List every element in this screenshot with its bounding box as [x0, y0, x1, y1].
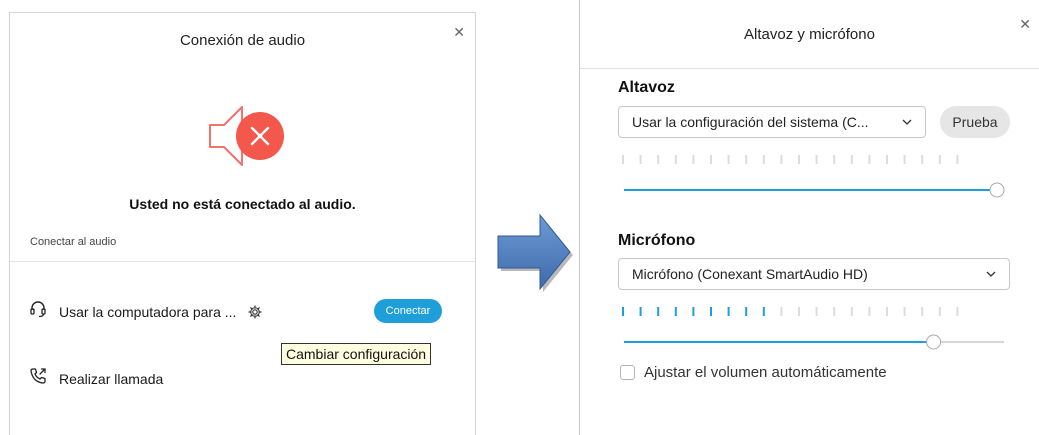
gear-icon[interactable] — [248, 304, 263, 319]
level-tick — [833, 155, 836, 164]
level-tick — [692, 155, 695, 164]
dialog-title: Altavoz y micrófono — [744, 26, 875, 43]
level-tick — [903, 155, 906, 164]
dialog-header: Altavoz y micrófono ✕ — [580, 0, 1039, 69]
level-tick — [674, 155, 677, 164]
computer-audio-option[interactable]: Usar la computadora para ... — [29, 300, 263, 323]
slider-thumb[interactable] — [926, 334, 942, 350]
level-tick — [938, 155, 941, 164]
speaker-heading: Altavoz — [618, 79, 675, 96]
level-tick — [850, 155, 853, 164]
level-tick — [727, 307, 730, 316]
speaker-volume-slider[interactable] — [622, 182, 1006, 198]
level-tick — [798, 307, 800, 316]
level-tick — [886, 307, 888, 316]
computer-audio-label: Usar la computadora para ... — [59, 303, 237, 320]
level-tick — [745, 307, 748, 316]
auto-adjust-option[interactable]: Ajustar el volumen automáticamente — [620, 364, 887, 381]
speaker-select[interactable]: Usar la configuración del sistema (C... — [618, 106, 926, 138]
call-option[interactable]: Realizar llamada — [29, 367, 163, 390]
level-tick — [780, 307, 783, 316]
level-tick — [780, 155, 783, 164]
level-tick — [622, 155, 624, 164]
call-option-label: Realizar llamada — [59, 370, 164, 387]
connect-button[interactable]: Conectar — [374, 299, 442, 323]
level-tick — [674, 307, 677, 316]
tooltip-change-settings: Cambiar configuración — [281, 343, 432, 365]
headset-icon — [29, 300, 47, 323]
level-tick — [956, 155, 959, 164]
microphone-heading: Micrófono — [618, 232, 696, 249]
level-tick — [639, 307, 642, 316]
speaker-muted-icon — [202, 103, 292, 169]
level-tick — [762, 155, 765, 164]
level-tick — [622, 307, 624, 316]
level-tick — [938, 307, 941, 316]
slider-thumb[interactable] — [989, 182, 1005, 198]
section-label: Conectar al audio — [30, 236, 117, 248]
chevron-down-icon — [902, 119, 912, 125]
screen: Conexión de audio ✕ Usted no está conect… — [0, 0, 1039, 435]
dialog-title: Conexión de audio — [179, 32, 306, 49]
microphone-level-meter — [622, 307, 959, 316]
microphone-select-value: Micrófono (Conexant SmartAudio HD) — [632, 266, 868, 282]
level-tick — [657, 155, 660, 164]
speaker-select-value: Usar la configuración del sistema (C... — [632, 114, 869, 130]
auto-adjust-checkbox[interactable] — [620, 365, 635, 380]
speaker-mic-dialog: Altavoz y micrófono ✕ Altavoz Usar la co… — [579, 0, 1039, 435]
status-message: Usted no está conectado al audio. — [129, 196, 356, 212]
microphone-select[interactable]: Micrófono (Conexant SmartAudio HD) — [618, 258, 1010, 290]
level-tick — [903, 307, 906, 316]
level-tick — [710, 307, 712, 316]
level-tick — [833, 307, 836, 316]
arrow-right-icon — [494, 207, 574, 297]
close-icon[interactable]: ✕ — [1019, 17, 1031, 31]
level-tick — [727, 155, 730, 164]
microphone-volume-slider[interactable] — [622, 334, 1006, 350]
level-tick — [692, 307, 695, 316]
phone-outgoing-icon — [29, 367, 47, 390]
level-tick — [710, 155, 712, 164]
level-tick — [745, 155, 748, 164]
level-tick — [815, 155, 818, 164]
auto-adjust-label: Ajustar el volumen automáticamente — [644, 364, 887, 381]
test-speaker-button[interactable]: Prueba — [940, 106, 1010, 138]
level-tick — [657, 307, 660, 316]
level-tick — [639, 155, 642, 164]
close-icon[interactable]: ✕ — [453, 25, 465, 39]
level-tick — [868, 155, 871, 164]
level-tick — [868, 307, 871, 316]
level-tick — [921, 155, 924, 164]
level-tick — [850, 307, 853, 316]
level-tick — [815, 307, 818, 316]
level-tick — [956, 307, 959, 316]
level-tick — [886, 155, 888, 164]
audio-connection-dialog: Conexión de audio ✕ Usted no está conect… — [9, 12, 476, 435]
level-tick — [798, 155, 800, 164]
level-tick — [762, 307, 765, 316]
chevron-down-icon — [986, 271, 996, 277]
level-tick — [921, 307, 924, 316]
divider — [10, 261, 475, 262]
speaker-level-meter — [622, 155, 959, 164]
